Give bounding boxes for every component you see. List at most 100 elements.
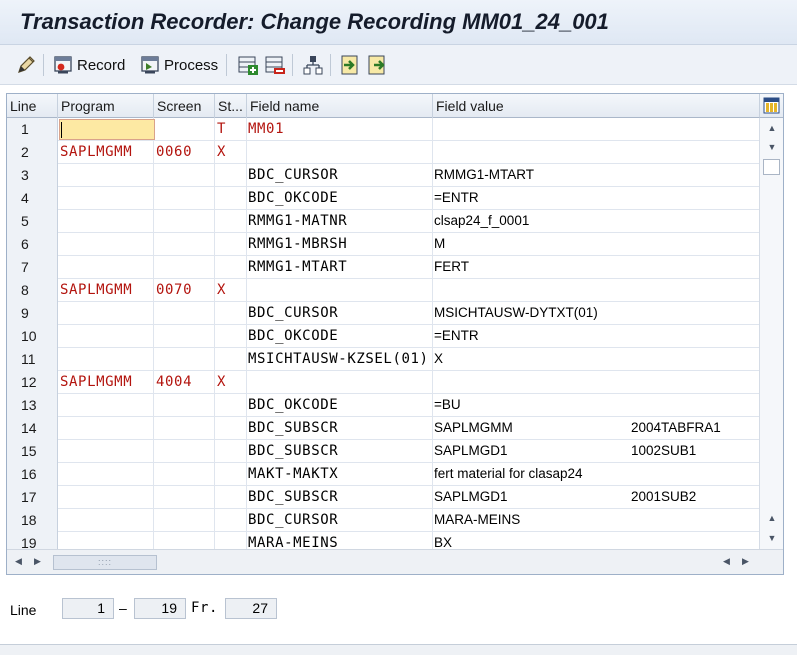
program-cell[interactable] xyxy=(58,164,154,187)
field-value-cell[interactable]: SAPLMGMM 2004TABFRA1 xyxy=(433,417,759,440)
scroll-left-icon[interactable]: ◀ xyxy=(723,556,730,567)
table-row[interactable]: 17 BDC_SUBSCR SAPLMGD1 2001SUB2 xyxy=(7,486,759,509)
screen-cell[interactable]: 0070 xyxy=(154,279,215,302)
field-value-cell[interactable]: fert material for clasap24 xyxy=(433,463,759,486)
table-row[interactable]: 2 SAPLMGMM 0060 X xyxy=(7,141,759,164)
field-name-cell[interactable]: RMMG1-MATNR xyxy=(247,210,433,233)
field-value-cell[interactable]: SAPLMGD1 2001SUB2 xyxy=(433,486,759,509)
column-header-field-name[interactable]: Field name xyxy=(247,94,433,118)
program-cell[interactable] xyxy=(58,256,154,279)
column-header-start[interactable]: St... xyxy=(215,94,247,118)
scroll-thumb[interactable] xyxy=(763,159,780,175)
field-value-cell[interactable]: =BU xyxy=(433,394,759,417)
screen-cell[interactable] xyxy=(154,118,215,141)
field-name-cell[interactable]: BDC_CURSOR xyxy=(247,509,433,532)
start-cell[interactable] xyxy=(215,302,247,325)
scroll-left-icon[interactable]: ◀ xyxy=(15,556,22,567)
process-button[interactable]: Process xyxy=(140,52,218,78)
column-header-screen[interactable]: Screen xyxy=(154,94,215,118)
start-cell[interactable] xyxy=(215,325,247,348)
insert-row-button[interactable] xyxy=(237,52,259,78)
column-header-line[interactable]: Line xyxy=(7,94,58,118)
table-row[interactable]: 1 T MM01 xyxy=(7,118,759,141)
field-value-cell[interactable] xyxy=(433,371,759,394)
start-cell[interactable]: X xyxy=(215,141,247,164)
program-cell[interactable] xyxy=(58,486,154,509)
field-value-cell[interactable]: MSICHTAUSW-DYTXT(01) xyxy=(433,302,759,325)
table-row[interactable]: 16 MAKT-MAKTX fert material for clasap24 xyxy=(7,463,759,486)
field-name-cell[interactable]: BDC_CURSOR xyxy=(247,164,433,187)
screen-cell[interactable] xyxy=(154,463,215,486)
field-name-cell[interactable]: BDC_CURSOR xyxy=(247,302,433,325)
delete-row-button[interactable] xyxy=(264,52,286,78)
field-name-cell[interactable]: MAKT-MAKTX xyxy=(247,463,433,486)
start-cell[interactable] xyxy=(215,463,247,486)
table-row[interactable]: 15 BDC_SUBSCR SAPLMGD1 1002SUB1 xyxy=(7,440,759,463)
table-row[interactable]: 6 RMMG1-MBRSH M xyxy=(7,233,759,256)
program-cell[interactable] xyxy=(58,417,154,440)
table-row[interactable]: 14 BDC_SUBSCR SAPLMGMM 2004TABFRA1 xyxy=(7,417,759,440)
start-cell[interactable] xyxy=(215,486,247,509)
field-name-cell[interactable]: BDC_SUBSCR xyxy=(247,417,433,440)
scroll-down-icon[interactable]: ▼ xyxy=(765,532,779,544)
field-value-cell[interactable]: =ENTR xyxy=(433,325,759,348)
program-cell[interactable] xyxy=(58,440,154,463)
table-row[interactable]: 3 BDC_CURSOR RMMG1-MTART xyxy=(7,164,759,187)
field-value-cell[interactable] xyxy=(433,279,759,302)
table-row[interactable]: 9 BDC_CURSOR MSICHTAUSW-DYTXT(01) xyxy=(7,302,759,325)
active-edit-cell[interactable] xyxy=(59,119,155,140)
field-name-cell[interactable]: BDC_SUBSCR xyxy=(247,440,433,463)
field-value-cell[interactable]: RMMG1-MTART xyxy=(433,164,759,187)
field-name-cell[interactable]: BDC_OKCODE xyxy=(247,325,433,348)
program-cell[interactable] xyxy=(58,325,154,348)
screen-cell[interactable]: 0060 xyxy=(154,141,215,164)
field-name-cell[interactable]: BDC_OKCODE xyxy=(247,187,433,210)
table-row[interactable]: 10 BDC_OKCODE =ENTR xyxy=(7,325,759,348)
field-value-cell[interactable]: X xyxy=(433,348,759,371)
table-row[interactable]: 5 RMMG1-MATNR clsap24_f_0001 xyxy=(7,210,759,233)
field-value-cell[interactable]: =ENTR xyxy=(433,187,759,210)
start-cell[interactable] xyxy=(215,187,247,210)
field-name-cell[interactable]: BDC_OKCODE xyxy=(247,394,433,417)
grid-config-button[interactable] xyxy=(759,94,783,118)
screen-cell[interactable] xyxy=(154,417,215,440)
start-cell[interactable]: X xyxy=(215,371,247,394)
edit-button[interactable] xyxy=(15,52,37,78)
screen-cell[interactable] xyxy=(154,187,215,210)
scroll-right-icon[interactable]: ▶ xyxy=(742,556,749,567)
table-row[interactable]: 7 RMMG1-MTART FERT xyxy=(7,256,759,279)
field-value-cell[interactable] xyxy=(433,118,759,141)
field-value-cell[interactable]: FERT xyxy=(433,256,759,279)
table-row[interactable]: 4 BDC_OKCODE =ENTR xyxy=(7,187,759,210)
field-name-cell[interactable]: RMMG1-MTART xyxy=(247,256,433,279)
program-cell[interactable] xyxy=(58,233,154,256)
scroll-up-icon[interactable]: ▲ xyxy=(765,512,779,524)
start-cell[interactable]: X xyxy=(215,279,247,302)
program-cell[interactable] xyxy=(58,509,154,532)
start-cell[interactable] xyxy=(215,440,247,463)
field-name-cell[interactable] xyxy=(247,371,433,394)
start-cell[interactable] xyxy=(215,394,247,417)
line-to-field[interactable]: 19 xyxy=(134,598,186,619)
hierarchy-button[interactable] xyxy=(302,52,324,78)
table-row[interactable]: 12 SAPLMGMM 4004 X xyxy=(7,371,759,394)
program-cell[interactable] xyxy=(58,302,154,325)
record-button[interactable]: Record xyxy=(53,52,125,78)
field-value-cell[interactable]: MARA-MEINS xyxy=(433,509,759,532)
field-name-cell[interactable]: MSICHTAUSW-KZSEL(01) xyxy=(247,348,433,371)
column-header-field-value[interactable]: Field value xyxy=(433,94,759,118)
line-from-field[interactable]: 1 xyxy=(62,598,114,619)
horizontal-scrollbar[interactable]: ◀ ▶ :::: ◀ ▶ xyxy=(7,549,783,574)
start-cell[interactable] xyxy=(215,233,247,256)
screen-cell[interactable] xyxy=(154,233,215,256)
program-cell[interactable] xyxy=(58,210,154,233)
screen-cell[interactable] xyxy=(154,164,215,187)
screen-cell[interactable] xyxy=(154,256,215,279)
start-cell[interactable] xyxy=(215,417,247,440)
screen-cell[interactable] xyxy=(154,348,215,371)
table-row[interactable]: 8 SAPLMGMM 0070 X xyxy=(7,279,759,302)
program-cell[interactable] xyxy=(58,463,154,486)
program-cell[interactable] xyxy=(58,187,154,210)
field-value-cell[interactable] xyxy=(433,141,759,164)
screen-cell[interactable] xyxy=(154,440,215,463)
